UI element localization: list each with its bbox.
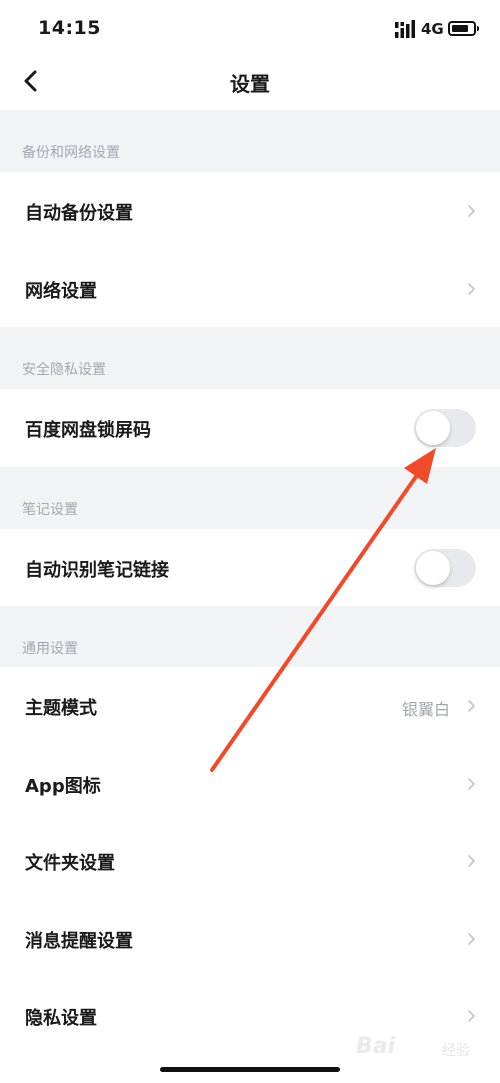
row-app-icon[interactable]: App图标 xyxy=(0,745,500,823)
signal-icon xyxy=(395,20,415,38)
section-title: 通用设置 xyxy=(22,641,78,657)
section-title: 备份和网络设置 xyxy=(22,145,120,161)
row-label: 网络设置 xyxy=(25,281,97,302)
chevron-right-icon xyxy=(468,283,475,295)
row-label: App图标 xyxy=(25,776,101,797)
theme-value: 银翼白 xyxy=(401,700,450,719)
row-label: 文件夹设置 xyxy=(25,853,115,874)
row-note-link-detect: 自动识别笔记链接 xyxy=(0,529,500,607)
section-title: 安全隐私设置 xyxy=(22,362,106,378)
baidu-watermark-logo: Bai 经验 xyxy=(356,1034,470,1059)
section-title: 笔记设置 xyxy=(22,502,78,518)
toggle-knob xyxy=(416,411,450,445)
section-header-general: 通用设置 xyxy=(0,606,500,668)
battery-icon xyxy=(448,21,479,36)
row-folder-settings[interactable]: 文件夹设置 xyxy=(0,822,500,900)
chevron-right-icon xyxy=(468,205,475,217)
chevron-right-icon xyxy=(468,778,475,790)
note-link-toggle[interactable] xyxy=(414,549,476,587)
chevron-right-icon xyxy=(468,855,475,867)
row-notification-settings[interactable]: 消息提醒设置 xyxy=(0,900,500,978)
chevron-right-icon xyxy=(468,1010,475,1022)
chevron-right-icon xyxy=(468,933,475,945)
section-header-security: 安全隐私设置 xyxy=(0,327,500,389)
row-label: 隐私设置 xyxy=(25,1008,97,1029)
row-label: 自动识别笔记链接 xyxy=(25,560,169,581)
row-label: 百度网盘锁屏码 xyxy=(25,420,151,441)
chevron-right-icon xyxy=(468,700,475,712)
nav-bar: 设置 xyxy=(0,58,500,108)
row-theme-mode[interactable]: 主题模式 银翼白 xyxy=(0,667,500,745)
row-label: 主题模式 xyxy=(25,698,97,719)
row-label: 自动备份设置 xyxy=(25,203,133,224)
row-network-settings[interactable]: 网络设置 xyxy=(0,250,500,328)
status-time: 14:15 xyxy=(38,17,101,39)
toggle-knob xyxy=(416,551,450,585)
status-bar: 14:15 4G xyxy=(0,0,500,58)
section-header-notes: 笔记设置 xyxy=(0,467,500,529)
row-lock-screen-code: 百度网盘锁屏码 xyxy=(0,389,500,467)
home-indicator[interactable] xyxy=(160,1067,340,1072)
section-header-backup: 备份和网络设置 xyxy=(0,110,500,172)
network-type: 4G xyxy=(421,20,444,38)
page-title: 设置 xyxy=(230,72,270,96)
lock-screen-toggle[interactable] xyxy=(414,409,476,447)
row-label: 消息提醒设置 xyxy=(25,931,133,952)
row-auto-backup[interactable]: 自动备份设置 xyxy=(0,172,500,250)
